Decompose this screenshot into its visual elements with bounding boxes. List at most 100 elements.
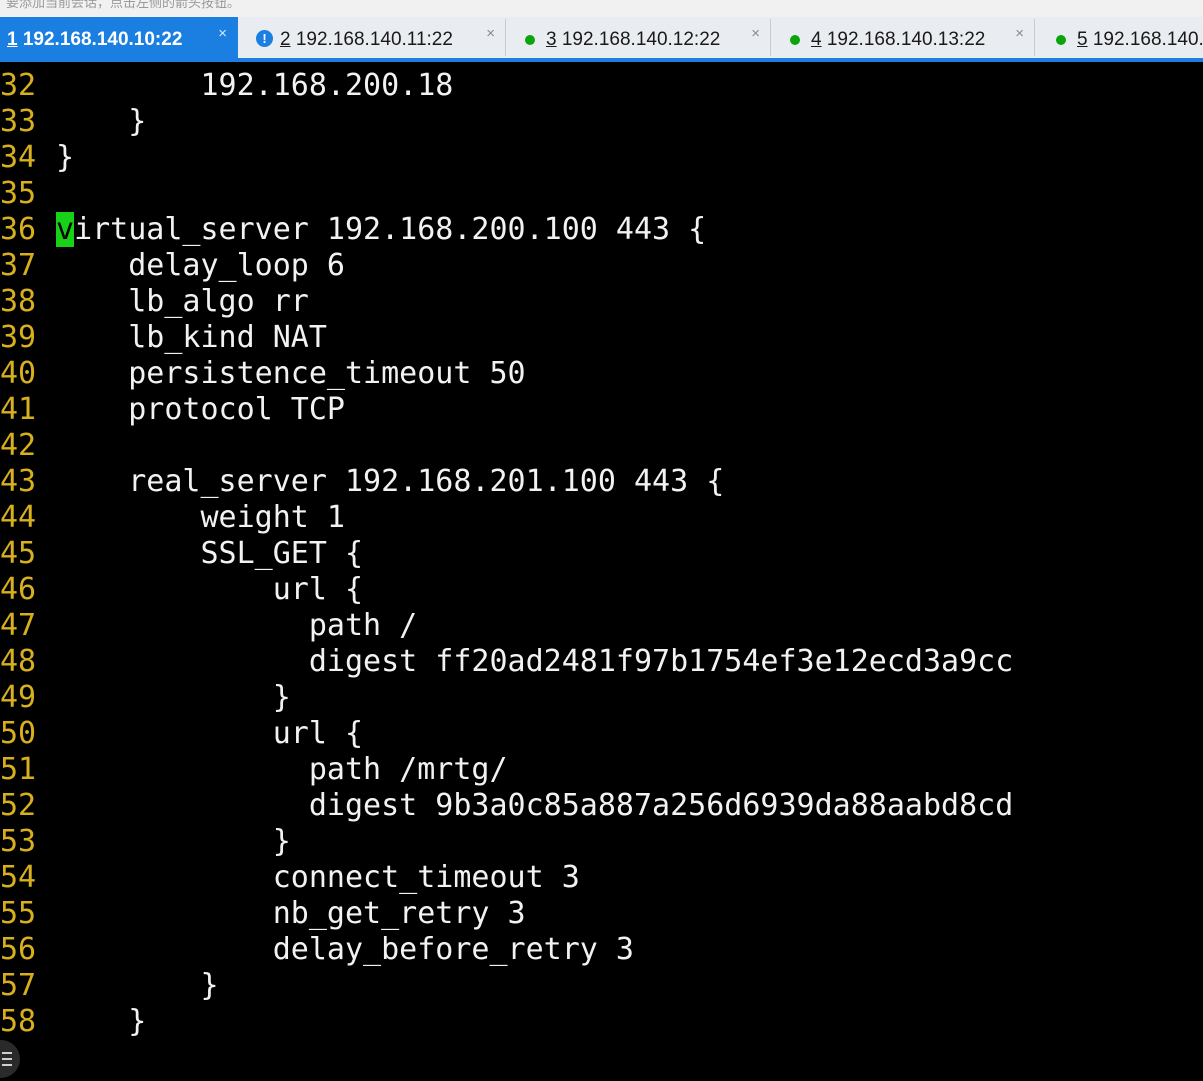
line-text: irtual_server 192.168.200.100 443 { — [74, 212, 707, 247]
line-number: 56 — [0, 932, 37, 967]
connected-status-icon — [790, 35, 800, 45]
terminal-line: 45 SSL_GET { — [0, 536, 363, 572]
terminal-line: 37 delay_loop 6 — [0, 248, 345, 284]
terminal-line: 35 — [0, 176, 56, 212]
terminal-line: 54 connect_timeout 3 — [0, 860, 580, 896]
close-icon[interactable]: × — [486, 25, 495, 42]
line-number: 48 — [0, 644, 37, 679]
line-number: 52 — [0, 788, 37, 823]
tab-label: 3 192.168.140.12:22 — [546, 29, 721, 50]
line-text: weight 1 — [56, 500, 345, 535]
terminal-line: 36 virtual_server 192.168.200.100 443 { — [0, 212, 706, 248]
line-number: 36 — [0, 212, 37, 247]
terminal-line: 42 — [0, 428, 56, 464]
line-text: delay_loop 6 — [56, 248, 345, 283]
tab-session-1[interactable]: 1 192.168.140.10:22 × — [0, 17, 238, 58]
close-icon[interactable]: × — [751, 25, 760, 42]
text-cursor: v — [56, 212, 75, 247]
line-number: 41 — [0, 392, 37, 427]
line-text: persistence_timeout 50 — [56, 356, 526, 391]
line-number: 35 — [0, 176, 37, 211]
line-number: 51 — [0, 752, 37, 787]
line-number: 33 — [0, 104, 37, 139]
tab-label: 1 192.168.140.10:22 — [7, 29, 183, 50]
line-text: digest ff20ad2481f97b1754ef3e12ecd3a9cc — [56, 644, 1014, 679]
line-text: } — [56, 104, 147, 139]
line-text: digest 9b3a0c85a887a256d6939da88aabd8cd — [56, 788, 1014, 823]
line-text: url { — [56, 716, 364, 751]
terminal-line: 51 path /mrtg/ — [0, 752, 508, 788]
line-number: 47 — [0, 608, 37, 643]
terminal-line: 32 192.168.200.18 — [0, 68, 453, 104]
line-number: 49 — [0, 680, 37, 715]
line-number: 58 — [0, 1004, 37, 1039]
line-number: 39 — [0, 320, 37, 355]
line-text: 192.168.200.18 — [56, 68, 454, 103]
line-text: } — [56, 1004, 147, 1039]
connected-status-icon — [525, 35, 535, 45]
terminal-line: 49 } — [0, 680, 291, 716]
line-number: 53 — [0, 824, 37, 859]
line-number: 40 — [0, 356, 37, 391]
line-text: url { — [56, 572, 364, 607]
terminal-line: 50 url { — [0, 716, 363, 752]
notification-text: 要添加当前会话，点击左侧的箭头按钮。 — [6, 0, 241, 11]
line-text: lb_algo rr — [56, 284, 309, 319]
tab-session-3[interactable]: 3 192.168.140.12:22 × — [506, 19, 771, 56]
connected-status-icon — [1056, 35, 1066, 45]
terminal-line: 55 nb_get_retry 3 — [0, 896, 526, 932]
alert-icon: ! — [256, 30, 273, 47]
line-number: 38 — [0, 284, 37, 319]
line-text: connect_timeout 3 — [56, 860, 580, 895]
line-text: } — [56, 968, 219, 1003]
line-number: 37 — [0, 248, 37, 283]
line-text: lb_kind NAT — [56, 320, 327, 355]
terminal-line: 46 url { — [0, 572, 363, 608]
terminal-line: 56 delay_before_retry 3 — [0, 932, 634, 968]
line-number: 50 — [0, 716, 37, 751]
line-text: protocol TCP — [56, 392, 345, 427]
terminal-line: 40 persistence_timeout 50 — [0, 356, 526, 392]
line-text: delay_before_retry 3 — [56, 932, 634, 967]
tab-label: 5 192.168.140. — [1077, 29, 1203, 50]
line-number: 45 — [0, 536, 37, 571]
terminal-line: 57 } — [0, 968, 219, 1004]
line-number: 44 — [0, 500, 37, 535]
terminal-line: 34} — [0, 140, 74, 176]
line-number: 55 — [0, 896, 37, 931]
line-number: 42 — [0, 428, 37, 463]
line-text: } — [56, 140, 75, 175]
terminal-line: 53 } — [0, 824, 291, 860]
line-number: 57 — [0, 968, 37, 1003]
line-text: } — [56, 824, 291, 859]
line-number: 34 — [0, 140, 37, 175]
line-text: SSL_GET { — [56, 536, 364, 571]
hamburger-icon — [2, 1052, 12, 1066]
tab-label: 2 192.168.140.11:22 — [280, 29, 453, 50]
tab-session-5[interactable]: 5 192.168.140. — [1035, 19, 1203, 56]
terminal-line: 43 real_server 192.168.201.100 443 { — [0, 464, 724, 500]
terminal-line: 47 path / — [0, 608, 417, 644]
close-icon[interactable]: × — [1015, 25, 1024, 42]
line-number: 32 — [0, 68, 37, 103]
line-text: nb_get_retry 3 — [56, 896, 526, 931]
terminal-line: 38 lb_algo rr — [0, 284, 309, 320]
line-number: 46 — [0, 572, 37, 607]
tab-label: 4 192.168.140.13:22 — [811, 29, 986, 50]
line-text: path /mrtg/ — [56, 752, 508, 787]
tab-session-4[interactable]: 4 192.168.140.13:22 × — [771, 19, 1035, 56]
line-text: real_server 192.168.201.100 443 { — [56, 464, 725, 499]
line-text: path / — [56, 608, 418, 643]
terminal-line: 48 digest ff20ad2481f97b1754ef3e12ecd3a9… — [0, 644, 1013, 680]
terminal-line: 44 weight 1 — [0, 500, 345, 536]
terminal-line: 41 protocol TCP — [0, 392, 345, 428]
line-text: } — [56, 680, 291, 715]
terminal-line: 52 digest 9b3a0c85a887a256d6939da88aabd8… — [0, 788, 1013, 824]
tab-session-2[interactable]: ! 2 192.168.140.11:22 × — [238, 19, 506, 56]
line-number: 43 — [0, 464, 37, 499]
close-icon[interactable]: × — [218, 25, 227, 42]
line-number: 54 — [0, 860, 37, 895]
notification-strip: 要添加当前会话，点击左侧的箭头按钮。 — [0, 0, 1203, 17]
terminal-line: 39 lb_kind NAT — [0, 320, 327, 356]
terminal-view[interactable]: 32 192.168.200.18 33 } 34} 35 36 virtual_… — [0, 62, 1203, 1081]
